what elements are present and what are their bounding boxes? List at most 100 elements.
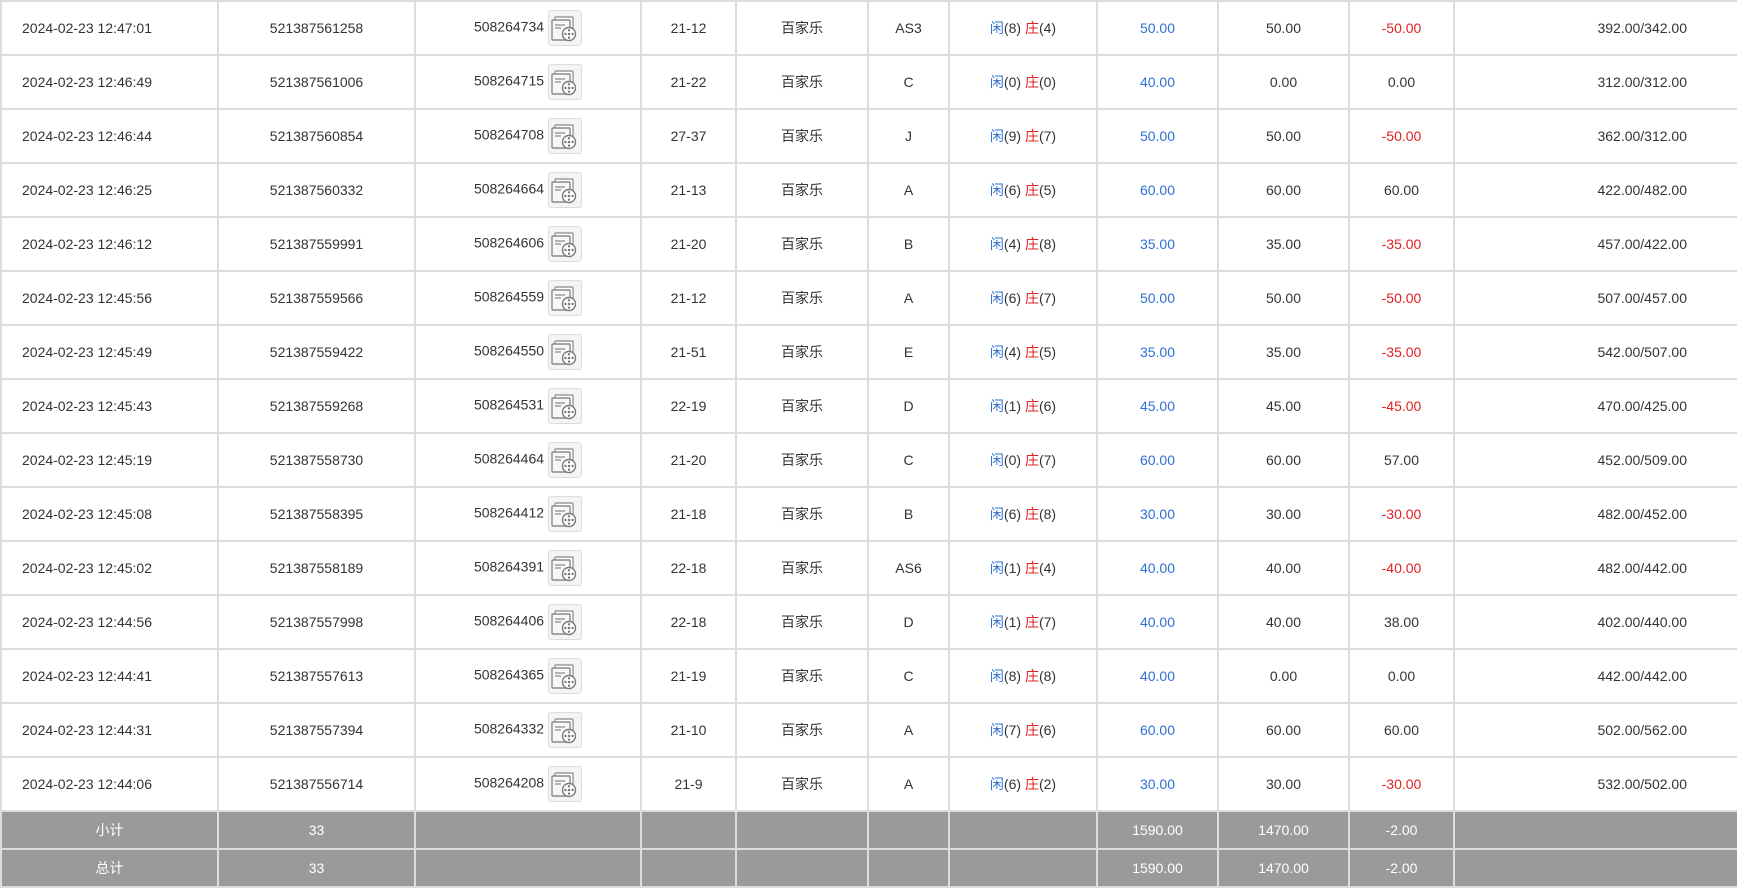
bet-type: A (867, 702, 950, 758)
total-row: 总计 33 1590.00 1470.00 -2.00 (0, 848, 1737, 888)
video-replay-icon[interactable] (548, 388, 583, 424)
table-row: 2024-02-23 12:46:49 521387561006 508264715… (0, 54, 1737, 110)
table-row: 2024-02-23 12:47:01 521387561258 508264734… (0, 0, 1737, 56)
balance: 470.00/425.00 (1453, 378, 1737, 434)
player-points: (9) (1003, 128, 1022, 144)
table-row: 2024-02-23 12:45:43 521387559268 508264531… (0, 378, 1737, 434)
game-number: 508264365 (473, 666, 545, 683)
balance: 507.00/457.00 (1453, 270, 1737, 326)
result-cell: 闲(9) 庄(7) (948, 108, 1098, 164)
bet-number: 521387558189 (217, 540, 416, 596)
bet-time: 2024-02-23 12:46:12 (0, 216, 219, 272)
game-name: 百家乐 (735, 270, 869, 326)
banker-label: 庄 (1024, 128, 1039, 144)
balance: 362.00/312.00 (1453, 108, 1737, 164)
player-points: (0) (1003, 452, 1022, 468)
result-cell: 闲(7) 庄(6) (948, 702, 1098, 758)
table-body: 2024-02-23 12:47:01 521387561258 508264734… (0, 0, 1737, 812)
game-number: 508264606 (473, 234, 545, 251)
bet-amount: 45.00 (1096, 378, 1219, 434)
win-loss: 38.00 (1348, 594, 1455, 650)
banker-label: 庄 (1024, 344, 1039, 360)
video-replay-icon[interactable] (548, 118, 583, 154)
game-number-cell: 508264365 (414, 648, 642, 704)
valid-bet: 35.00 (1217, 324, 1350, 380)
banker-label: 庄 (1024, 506, 1039, 522)
game-number-cell: 508264391 (414, 540, 642, 596)
subtotal-valid-bet: 1470.00 (1217, 810, 1350, 850)
table-row: 2024-02-23 12:44:56 521387557998 508264406… (0, 594, 1737, 650)
video-replay-icon[interactable] (548, 226, 583, 262)
banker-points: (8) (1038, 668, 1057, 684)
valid-bet: 30.00 (1217, 756, 1350, 812)
game-number-cell: 508264208 (414, 756, 642, 812)
video-replay-icon[interactable] (548, 172, 583, 208)
video-replay-icon[interactable] (548, 604, 583, 640)
video-replay-icon[interactable] (548, 550, 583, 586)
banker-label: 庄 (1024, 182, 1039, 198)
bet-type: A (867, 756, 950, 812)
video-replay-icon[interactable] (548, 334, 583, 370)
player-points: (7) (1003, 722, 1022, 738)
bet-time: 2024-02-23 12:45:02 (0, 540, 219, 596)
bet-amount: 35.00 (1096, 324, 1219, 380)
game-number: 508264406 (473, 612, 545, 629)
game-name: 百家乐 (735, 162, 869, 218)
game-name: 百家乐 (735, 486, 869, 542)
video-replay-icon[interactable] (548, 658, 583, 694)
game-number: 508264550 (473, 342, 545, 359)
banker-points: (4) (1038, 20, 1057, 36)
bet-type: A (867, 162, 950, 218)
bet-time: 2024-02-23 12:44:56 (0, 594, 219, 650)
bet-amount: 50.00 (1096, 0, 1219, 56)
video-replay-icon[interactable] (548, 496, 583, 532)
bet-type: D (867, 378, 950, 434)
video-replay-icon[interactable] (548, 442, 583, 478)
player-label: 闲 (989, 668, 1004, 684)
banker-points: (5) (1038, 182, 1057, 198)
banker-points: (7) (1038, 290, 1057, 306)
game-name: 百家乐 (735, 432, 869, 488)
video-replay-icon[interactable] (548, 280, 583, 316)
banker-label: 庄 (1024, 20, 1039, 36)
bet-time: 2024-02-23 12:45:49 (0, 324, 219, 380)
table-number: 21-12 (640, 0, 737, 56)
game-name: 百家乐 (735, 378, 869, 434)
banker-label: 庄 (1024, 722, 1039, 738)
balance: 312.00/312.00 (1453, 54, 1737, 110)
game-name: 百家乐 (735, 324, 869, 380)
bet-amount: 40.00 (1096, 648, 1219, 704)
player-points: (1) (1003, 560, 1022, 576)
bet-records-table: 2024-02-23 12:47:01 521387561258 508264734… (0, 0, 1737, 888)
bet-number: 521387556714 (217, 756, 416, 812)
table-number: 21-19 (640, 648, 737, 704)
player-points: (6) (1003, 182, 1022, 198)
game-number: 508264664 (473, 180, 545, 197)
player-points: (6) (1003, 506, 1022, 522)
result-cell: 闲(1) 庄(6) (948, 378, 1098, 434)
valid-bet: 60.00 (1217, 702, 1350, 758)
bet-number: 521387560332 (217, 162, 416, 218)
result-cell: 闲(6) 庄(8) (948, 486, 1098, 542)
game-number: 508264715 (473, 72, 545, 89)
win-loss: 0.00 (1348, 648, 1455, 704)
video-replay-icon[interactable] (548, 766, 583, 802)
win-loss: -35.00 (1348, 216, 1455, 272)
game-number-cell: 508264332 (414, 702, 642, 758)
balance: 392.00/342.00 (1453, 0, 1737, 56)
result-cell: 闲(8) 庄(4) (948, 0, 1098, 56)
valid-bet: 0.00 (1217, 54, 1350, 110)
bet-type: AS6 (867, 540, 950, 596)
video-replay-icon[interactable] (548, 712, 583, 748)
win-loss: -45.00 (1348, 378, 1455, 434)
player-label: 闲 (989, 452, 1004, 468)
game-name: 百家乐 (735, 648, 869, 704)
banker-label: 庄 (1024, 398, 1039, 414)
table-number: 22-18 (640, 540, 737, 596)
video-replay-icon[interactable] (548, 64, 583, 100)
banker-points: (7) (1038, 452, 1057, 468)
video-replay-icon[interactable] (548, 10, 583, 46)
balance: 452.00/509.00 (1453, 432, 1737, 488)
banker-label: 庄 (1024, 236, 1039, 252)
game-number-cell: 508264664 (414, 162, 642, 218)
